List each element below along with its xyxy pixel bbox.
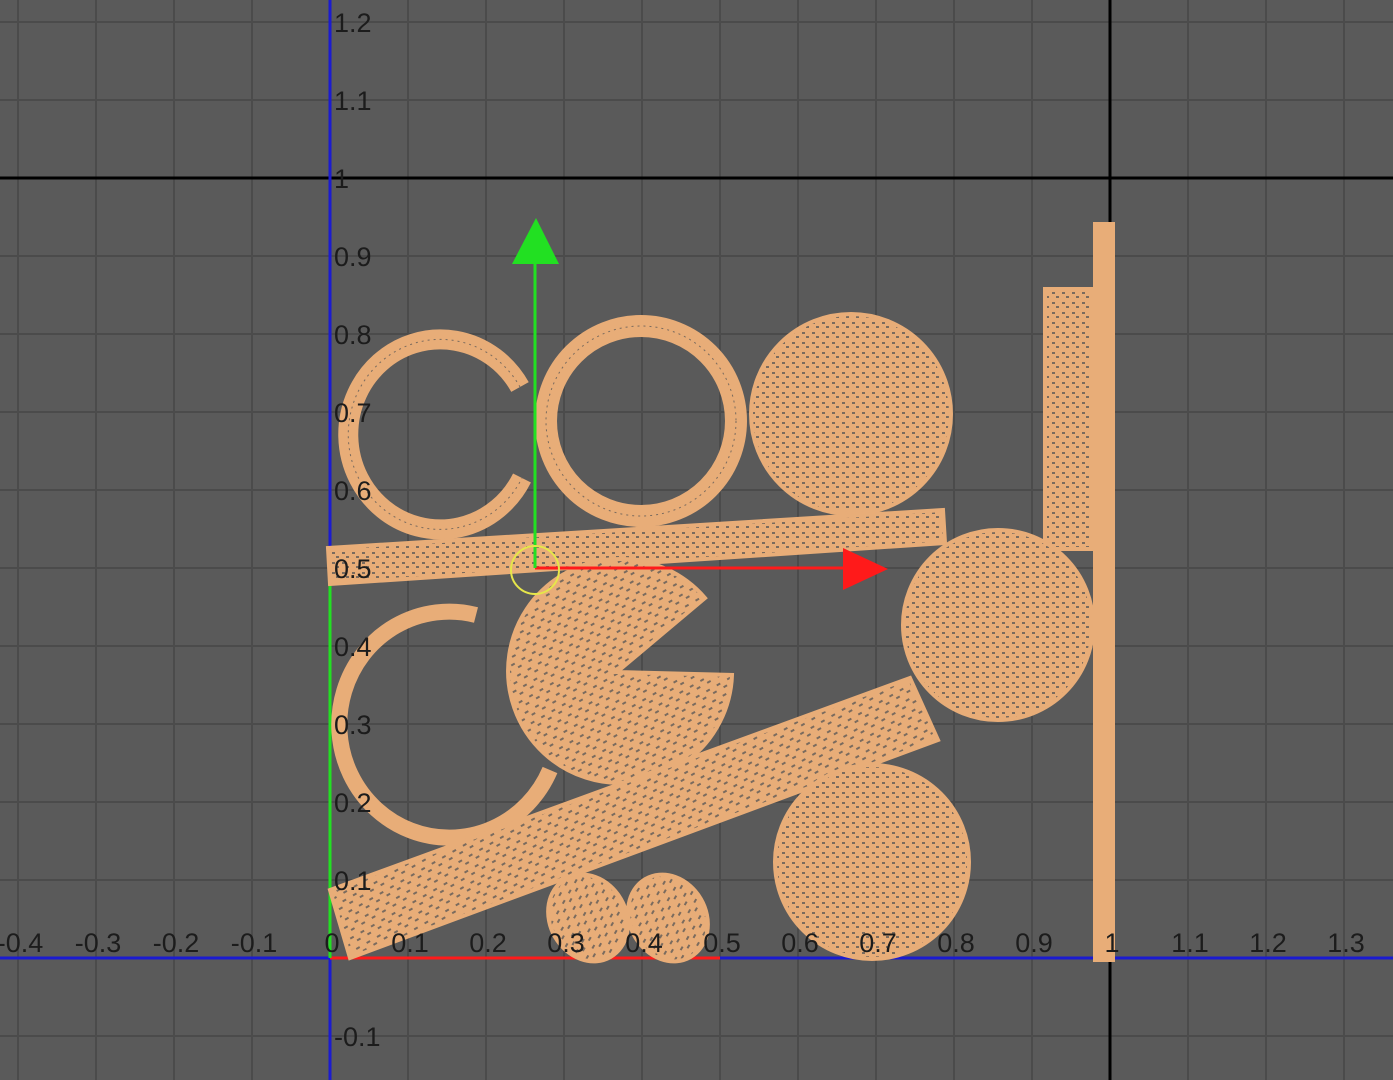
y-tick-label: 1	[334, 164, 349, 194]
x-tick-label: 0.9	[1015, 928, 1053, 958]
strip-vertical-right[interactable]	[1043, 287, 1095, 551]
y-tick-label: 0.7	[334, 398, 372, 428]
disc-top-right[interactable]	[749, 312, 953, 516]
uv-shells[interactable]	[325, 222, 1115, 976]
x-tick-label: 0.6	[781, 928, 819, 958]
y-tick-label: 0.9	[334, 242, 372, 272]
x-tick-label: 1	[1104, 928, 1119, 958]
x-tick-label: -0.2	[153, 928, 200, 958]
y-tick-label: 0.3	[334, 710, 372, 740]
y-tick-label: 0.6	[334, 476, 372, 506]
x-tick-label: -0.1	[231, 928, 278, 958]
disc-middle-right[interactable]	[901, 528, 1095, 722]
x-tick-label: -0.4	[0, 928, 43, 958]
x-tick-label: 0.7	[859, 928, 897, 958]
strip-vertical-tall[interactable]	[1093, 222, 1115, 962]
x-tick-label: 1.1	[1171, 928, 1209, 958]
y-tick-label: 0.2	[334, 788, 372, 818]
y-tick-label: 1.2	[334, 8, 372, 38]
x-tick-label: 0.1	[391, 928, 429, 958]
y-tick-label: 0.8	[334, 320, 372, 350]
x-tick-label: 0.8	[937, 928, 975, 958]
y-tick-label: 1.1	[334, 86, 372, 116]
y-tick-label: -0.1	[334, 1022, 381, 1052]
x-tick-label: 0.4	[625, 928, 663, 958]
uv-editor-viewport[interactable]: -0.4 -0.3 -0.2 -0.1 0 0.1 0.2 0.3 0.4 0.5 0.6 0.7 0.…	[0, 0, 1393, 1080]
x-tick-label: 0	[324, 928, 339, 958]
y-tick-label: 0.4	[334, 632, 372, 662]
ring-large-left[interactable]	[338, 329, 531, 540]
y-tick-label: 0.5	[334, 554, 372, 584]
manipulator-v-arrow[interactable]	[512, 218, 559, 264]
x-tick-label: 0.2	[469, 928, 507, 958]
x-tick-label: 0.5	[703, 928, 741, 958]
y-tick-label: 0.1	[334, 866, 372, 896]
x-tick-label: 1.2	[1249, 928, 1287, 958]
manipulator-u-arrow[interactable]	[843, 548, 888, 590]
x-tick-label: -0.3	[75, 928, 122, 958]
x-tick-label: 1.3	[1327, 928, 1365, 958]
x-tick-label: 0.3	[547, 928, 585, 958]
